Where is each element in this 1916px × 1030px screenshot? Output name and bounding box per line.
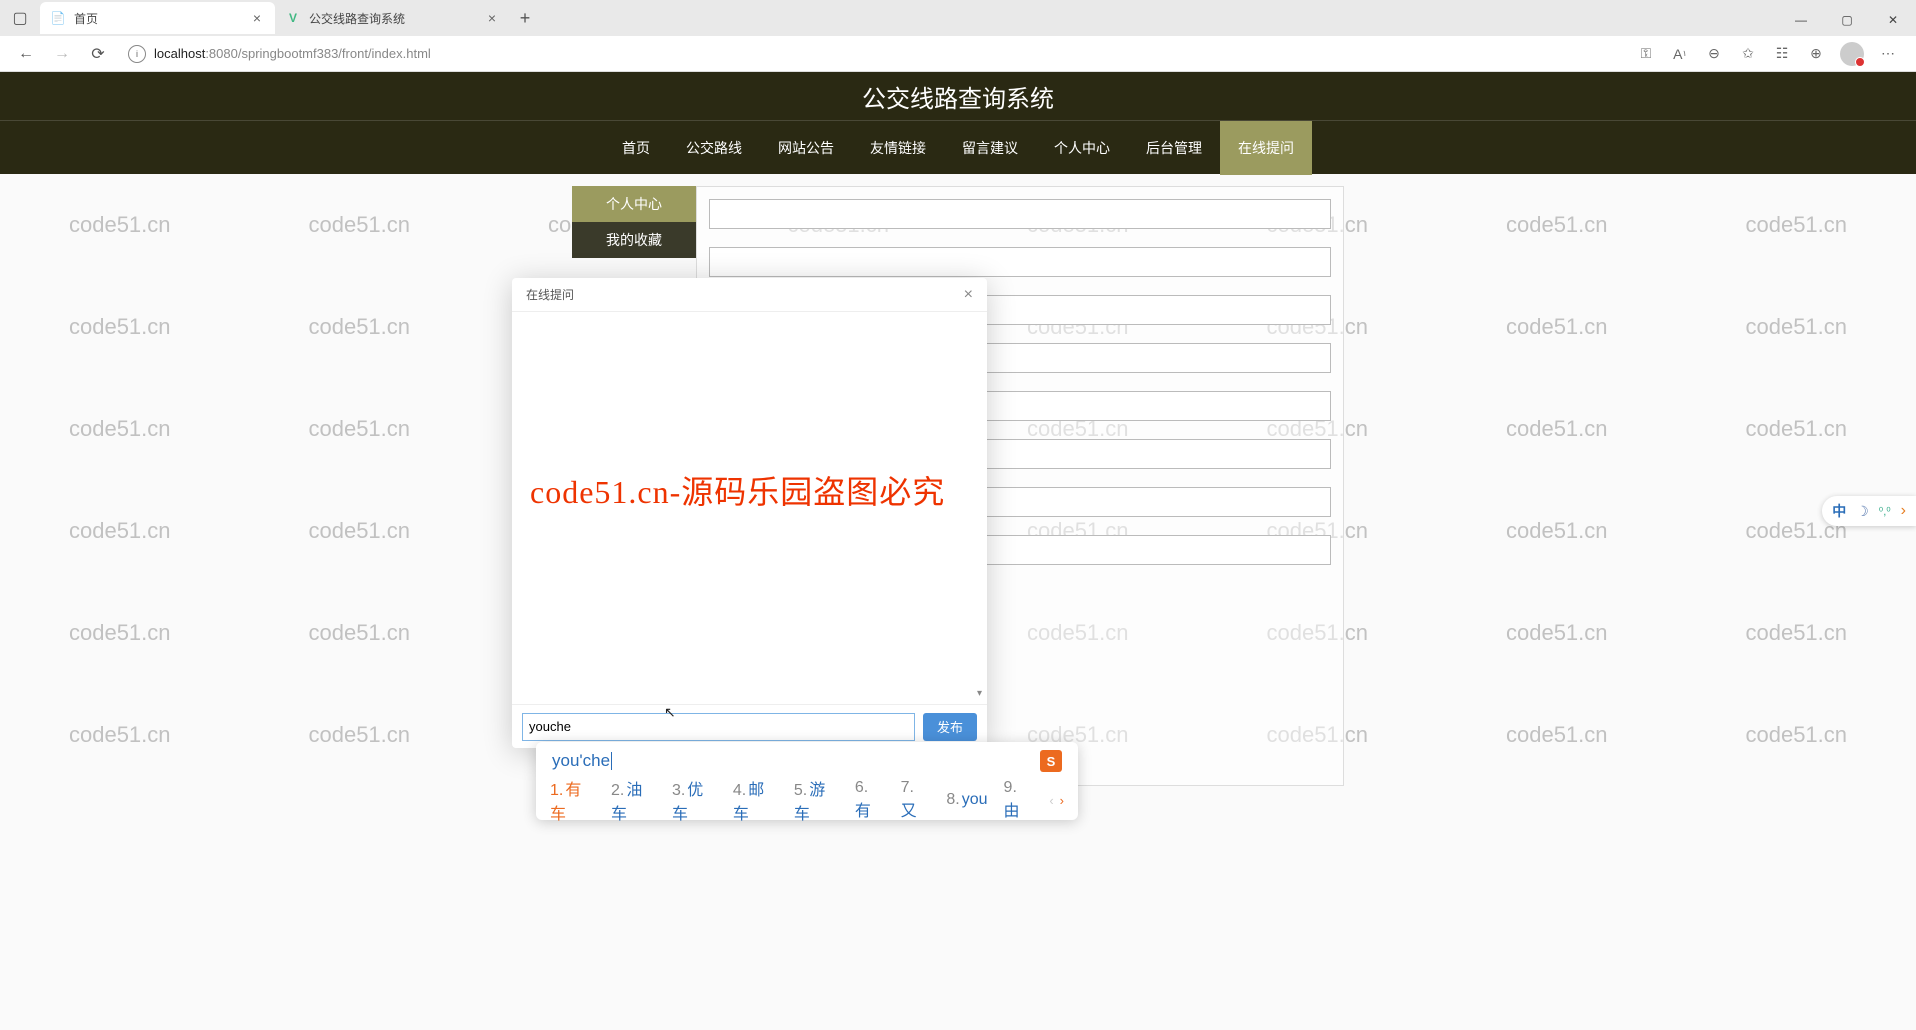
nav-admin[interactable]: 后台管理	[1128, 121, 1220, 175]
collections-icon[interactable]: ⊕	[1806, 44, 1826, 64]
maximize-button[interactable]: ▢	[1824, 4, 1870, 36]
nav-announce[interactable]: 网站公告	[760, 121, 852, 175]
main-nav: 首页 公交路线 网站公告 友情链接 留言建议 个人中心 后台管理 在线提问	[0, 120, 1916, 174]
more-icon[interactable]: ⋯	[1878, 44, 1898, 64]
ime-candidate-2[interactable]: 2.油车	[611, 776, 656, 824]
sidebar-item-profile[interactable]: 个人中心	[572, 186, 696, 222]
zoom-out-icon[interactable]: ⊖	[1704, 44, 1724, 64]
submit-button[interactable]: 发布	[923, 713, 977, 741]
moon-icon[interactable]: ☽	[1856, 503, 1869, 520]
ime-status-pill[interactable]: 中 ☽ ⁰,⁰ ›	[1822, 496, 1916, 526]
key-icon[interactable]: ⚿	[1636, 44, 1656, 64]
close-tab-icon[interactable]: ×	[484, 10, 500, 26]
ime-next-icon[interactable]: ›	[1060, 793, 1064, 808]
nav-ask[interactable]: 在线提问	[1220, 121, 1312, 175]
nav-home[interactable]: 首页	[604, 121, 668, 175]
ask-input[interactable]	[522, 713, 915, 741]
refresh-button[interactable]: ⟳	[80, 38, 116, 70]
site-title: 公交线路查询系统	[862, 79, 1054, 114]
sogou-logo-icon: S	[1040, 750, 1062, 772]
ime-composition: you'che	[552, 751, 610, 771]
url-port: :8080	[205, 46, 238, 61]
tab-2[interactable]: V 公交线路查询系统 ×	[275, 2, 510, 34]
ime-candidate-8[interactable]: 8.you	[946, 791, 987, 809]
ime-candidate-7[interactable]: 7.又	[901, 779, 931, 821]
ime-prev-icon[interactable]: ‹	[1049, 793, 1053, 808]
ime-candidate-5[interactable]: 5.游车	[794, 776, 839, 824]
ime-candidate-9[interactable]: 9.由	[1004, 779, 1034, 821]
expand-icon[interactable]: ›	[1901, 502, 1906, 520]
ime-candidate-3[interactable]: 3.优车	[672, 776, 717, 824]
nav-profile[interactable]: 个人中心	[1036, 121, 1128, 175]
reading-list-icon[interactable]: ☷	[1772, 44, 1792, 64]
nav-links[interactable]: 友情链接	[852, 121, 944, 175]
pill-extra-icon[interactable]: ⁰,⁰	[1879, 505, 1891, 518]
tab-title: 公交线路查询系统	[309, 10, 484, 27]
favorites-icon[interactable]: ✩	[1738, 44, 1758, 64]
form-input-2[interactable]	[709, 247, 1331, 277]
scroll-indicator-icon[interactable]: ▾	[977, 688, 985, 698]
tab-actions-icon[interactable]: ▢	[0, 0, 40, 36]
address-bar[interactable]: i localhost:8080/springbootmf383/front/i…	[120, 40, 1622, 68]
ask-modal: 在线提问 × ▾ 发布	[512, 278, 987, 748]
form-input-1[interactable]	[709, 199, 1331, 229]
url-host: localhost	[154, 46, 205, 61]
back-button[interactable]: ←	[8, 38, 44, 70]
sidebar-item-favorites[interactable]: 我的收藏	[572, 222, 696, 258]
ime-candidate-1[interactable]: 1.有车	[550, 776, 595, 824]
ime-candidate-6[interactable]: 6.有	[855, 779, 885, 821]
modal-body	[512, 312, 987, 704]
tab-1[interactable]: 📄 首页 ×	[40, 2, 275, 34]
vue-icon: V	[285, 10, 301, 26]
minimize-button[interactable]: —	[1778, 4, 1824, 36]
new-tab-button[interactable]: +	[510, 8, 540, 29]
site-info-icon[interactable]: i	[128, 45, 146, 63]
page-icon: 📄	[50, 10, 66, 26]
nav-routes[interactable]: 公交路线	[668, 121, 760, 175]
modal-title: 在线提问	[526, 286, 574, 303]
ime-candidate-4[interactable]: 4.邮车	[733, 776, 778, 824]
url-path: /springbootmf383/front/index.html	[238, 46, 431, 61]
site-header: 公交线路查询系统	[0, 72, 1916, 120]
nav-feedback[interactable]: 留言建议	[944, 121, 1036, 175]
tab-title: 首页	[74, 10, 249, 27]
forward-button: →	[44, 38, 80, 70]
modal-close-icon[interactable]: ×	[964, 286, 973, 304]
close-window-button[interactable]: ✕	[1870, 4, 1916, 36]
profile-avatar[interactable]	[1840, 42, 1864, 66]
ime-lang-icon[interactable]: 中	[1832, 501, 1846, 521]
text-size-icon[interactable]: A١	[1670, 44, 1690, 64]
close-tab-icon[interactable]: ×	[249, 10, 265, 26]
ime-panel: you'che S 1.有车 2.油车 3.优车 4.邮车 5.游车 6.有 7…	[536, 742, 1078, 820]
